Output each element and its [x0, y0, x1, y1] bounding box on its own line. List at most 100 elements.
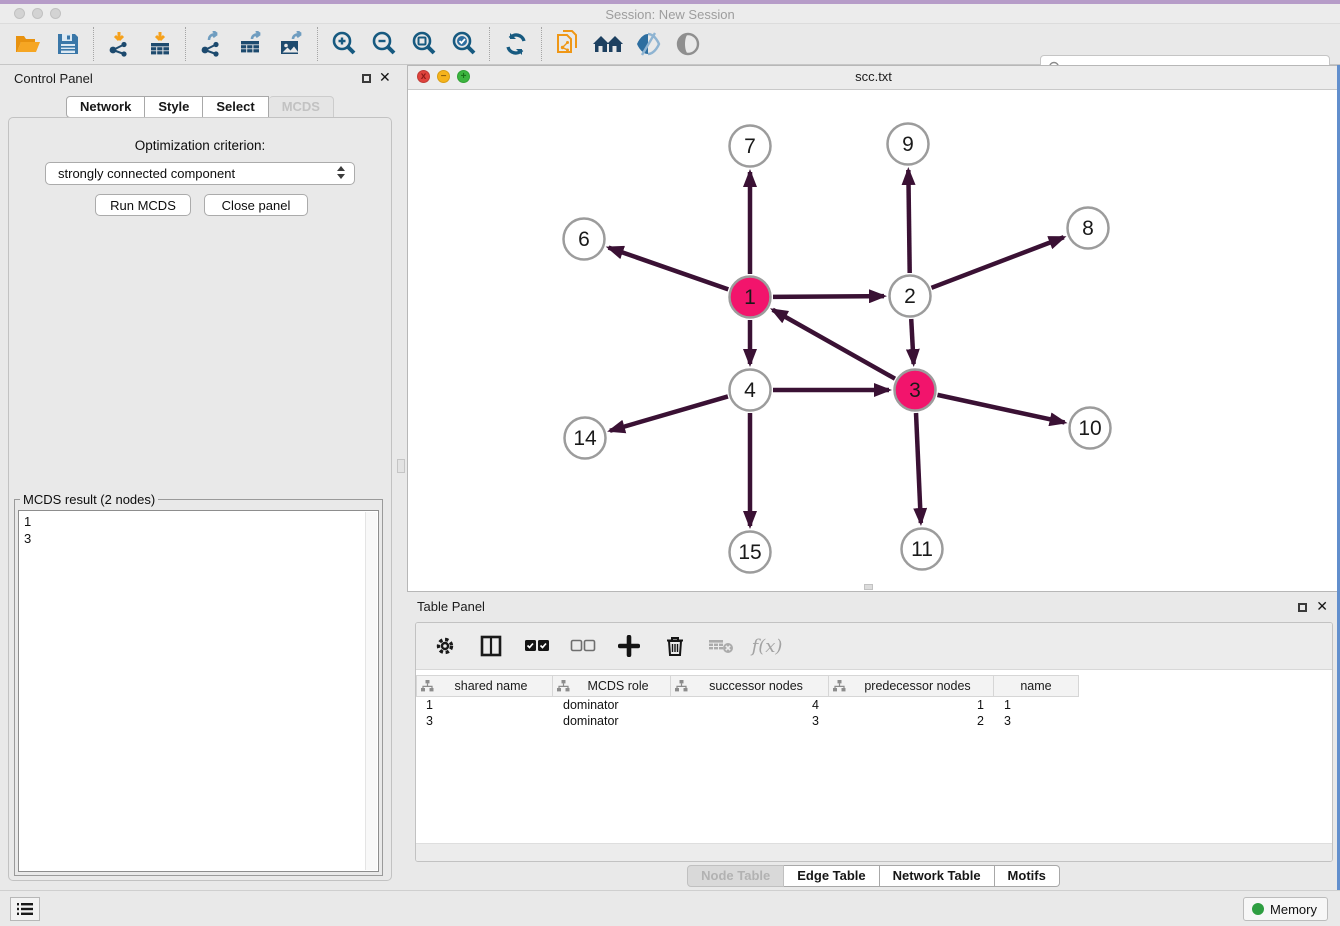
edge-1-6[interactable]: [609, 248, 729, 290]
table-close-panel-icon[interactable]: ✕: [1316, 598, 1328, 614]
edge-3-11[interactable]: [916, 413, 921, 523]
memory-button[interactable]: Memory: [1243, 897, 1328, 921]
graph-node-6[interactable]: 6: [564, 219, 605, 260]
zoom-out-icon[interactable]: [364, 27, 404, 61]
network-minimize-button[interactable]: −: [437, 70, 450, 83]
export-image-icon[interactable]: [272, 27, 312, 61]
mcds-result-box: MCDS result (2 nodes) 13: [14, 492, 383, 876]
run-mcds-button[interactable]: Run MCDS: [95, 194, 191, 216]
birds-eye-icon[interactable]: [668, 27, 708, 61]
criterion-dropdown[interactable]: strongly connected component: [45, 162, 355, 185]
graph-node-9[interactable]: 9: [888, 124, 929, 165]
table-rows[interactable]: 1dominator4113dominator323: [416, 697, 1332, 843]
table-float-panel-icon[interactable]: [1298, 603, 1307, 612]
import-network-icon[interactable]: [100, 27, 140, 61]
column-header-name[interactable]: name: [994, 675, 1079, 697]
select-all-icon[interactable]: [524, 632, 550, 660]
close-panel-button[interactable]: Close panel: [204, 194, 308, 216]
close-panel-icon[interactable]: ✕: [379, 69, 391, 85]
edge-2-3[interactable]: [911, 319, 913, 364]
copy-style-icon[interactable]: [548, 27, 588, 61]
task-history-button[interactable]: [10, 897, 40, 921]
edge-1-2[interactable]: [773, 296, 884, 297]
table-cell: 1: [829, 697, 994, 713]
graph-node-3[interactable]: 3: [895, 370, 936, 411]
window-titlebar: Session: New Session: [0, 4, 1340, 24]
tab-node-table: Node Table: [687, 865, 784, 887]
graph-node-15[interactable]: 15: [730, 532, 771, 573]
export-table-icon[interactable]: [232, 27, 272, 61]
network-close-button[interactable]: x: [417, 70, 430, 83]
mcds-result-list[interactable]: 13: [18, 510, 379, 872]
tab-style[interactable]: Style: [145, 96, 203, 118]
svg-text:7: 7: [744, 135, 756, 158]
zoom-fit-icon[interactable]: [404, 27, 444, 61]
vertical-splitter-handle[interactable]: [397, 459, 405, 473]
zoom-in-icon[interactable]: [324, 27, 364, 61]
table-options-gear-icon[interactable]: [432, 632, 458, 660]
graph-node-4[interactable]: 4: [730, 370, 771, 411]
graph-node-7[interactable]: 7: [730, 126, 771, 167]
result-scrollbar[interactable]: [365, 512, 377, 870]
table-cell: 3: [671, 713, 829, 729]
edge-3-1[interactable]: [773, 310, 895, 379]
tab-motifs[interactable]: Motifs: [995, 865, 1060, 887]
refresh-icon[interactable]: [496, 27, 536, 61]
list-icon: [17, 902, 33, 916]
toolbar-separator: [317, 27, 319, 61]
column-header-shared-name[interactable]: shared name: [416, 675, 553, 697]
table-cell: 1: [994, 697, 1079, 713]
tab-edge-table[interactable]: Edge Table: [784, 865, 879, 887]
table-cell: dominator: [553, 697, 671, 713]
table-cell: 4: [671, 697, 829, 713]
table-cell: dominator: [553, 713, 671, 729]
table-row[interactable]: 3dominator323: [416, 713, 1332, 729]
tab-network-table[interactable]: Network Table: [880, 865, 995, 887]
graph-node-1[interactable]: 1: [730, 277, 771, 318]
zoom-selected-icon[interactable]: [444, 27, 484, 61]
control-panel: Control Panel ✕ NetworkStyleSelectMCDS O…: [0, 65, 400, 890]
save-session-icon[interactable]: [48, 27, 88, 61]
table-tabs: Node TableEdge TableNetwork TableMotifs: [407, 865, 1340, 887]
result-line: 1: [24, 513, 373, 530]
home-layout-icon[interactable]: [588, 27, 628, 61]
column-header-mcds-role[interactable]: MCDS role: [553, 675, 671, 697]
network-maximize-button[interactable]: +: [457, 70, 470, 83]
edge-2-8[interactable]: [931, 237, 1063, 288]
tab-select[interactable]: Select: [203, 96, 268, 118]
graph-node-8[interactable]: 8: [1068, 208, 1109, 249]
float-panel-icon[interactable]: [362, 74, 371, 83]
table-panel: Table Panel ✕ f(x): [407, 597, 1340, 889]
edge-4-14[interactable]: [610, 396, 728, 430]
network-window-titlebar[interactable]: scc.txt x − +: [408, 66, 1339, 90]
delete-column-icon[interactable]: [662, 632, 688, 660]
svg-text:2: 2: [904, 285, 916, 308]
table-row[interactable]: 1dominator411: [416, 697, 1332, 713]
network-window-title: scc.txt: [408, 66, 1339, 88]
edge-2-9[interactable]: [908, 170, 909, 273]
graph-node-10[interactable]: 10: [1070, 408, 1111, 449]
deselect-all-icon[interactable]: [570, 632, 596, 660]
toggle-panes-icon[interactable]: [478, 632, 504, 660]
column-header-successor-nodes[interactable]: successor nodes: [671, 675, 829, 697]
import-table-icon[interactable]: [140, 27, 180, 61]
column-header-predecessor-nodes[interactable]: predecessor nodes: [829, 675, 994, 697]
toolbar-separator: [93, 27, 95, 61]
svg-text:9: 9: [902, 133, 914, 156]
svg-text:4: 4: [744, 379, 756, 402]
main-toolbar: [0, 24, 1340, 65]
tab-network[interactable]: Network: [66, 96, 145, 118]
network-splitter-handle[interactable]: [864, 584, 873, 590]
export-network-icon[interactable]: [192, 27, 232, 61]
graph-node-2[interactable]: 2: [890, 276, 931, 317]
hide-annotations-icon[interactable]: [628, 27, 668, 61]
graph-node-11[interactable]: 11: [902, 529, 943, 570]
edge-3-10[interactable]: [937, 395, 1064, 423]
result-lines: 13: [24, 513, 373, 547]
svg-text:15: 15: [738, 541, 761, 564]
network-canvas[interactable]: 7 9 6 8 1 2 4 3 14 10 15 11: [408, 89, 1339, 591]
open-session-icon[interactable]: [8, 27, 48, 61]
add-column-icon[interactable]: [616, 632, 642, 660]
graph-node-14[interactable]: 14: [565, 418, 606, 459]
table-cell: 1: [416, 697, 553, 713]
